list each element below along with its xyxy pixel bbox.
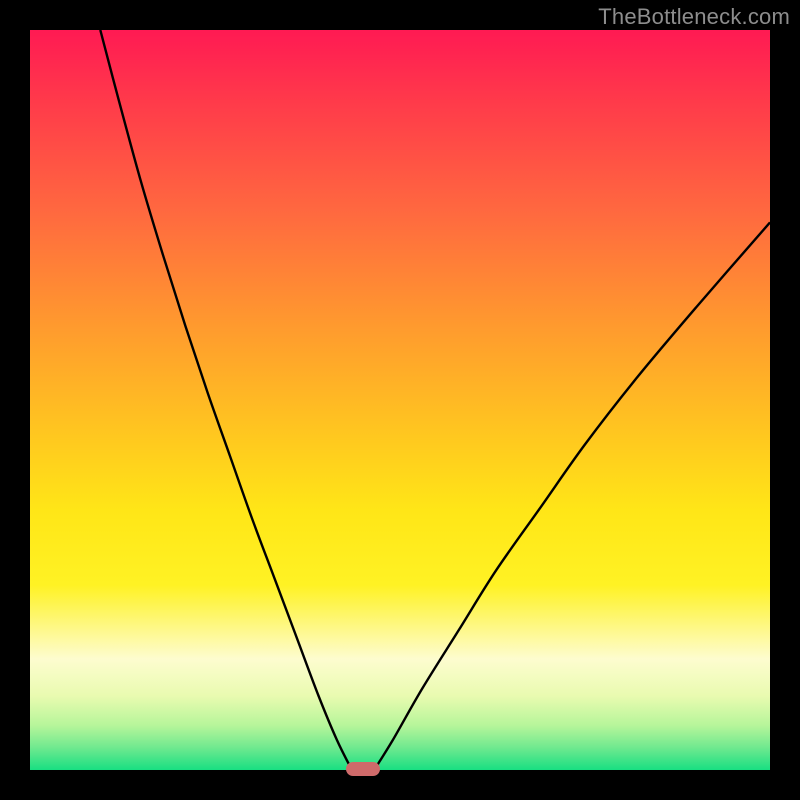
watermark-text: TheBottleneck.com <box>598 4 790 30</box>
left-curve <box>100 30 352 770</box>
chart-frame: TheBottleneck.com <box>0 0 800 800</box>
curves-layer <box>30 30 770 770</box>
bottleneck-marker <box>346 762 380 776</box>
right-curve <box>374 222 770 770</box>
